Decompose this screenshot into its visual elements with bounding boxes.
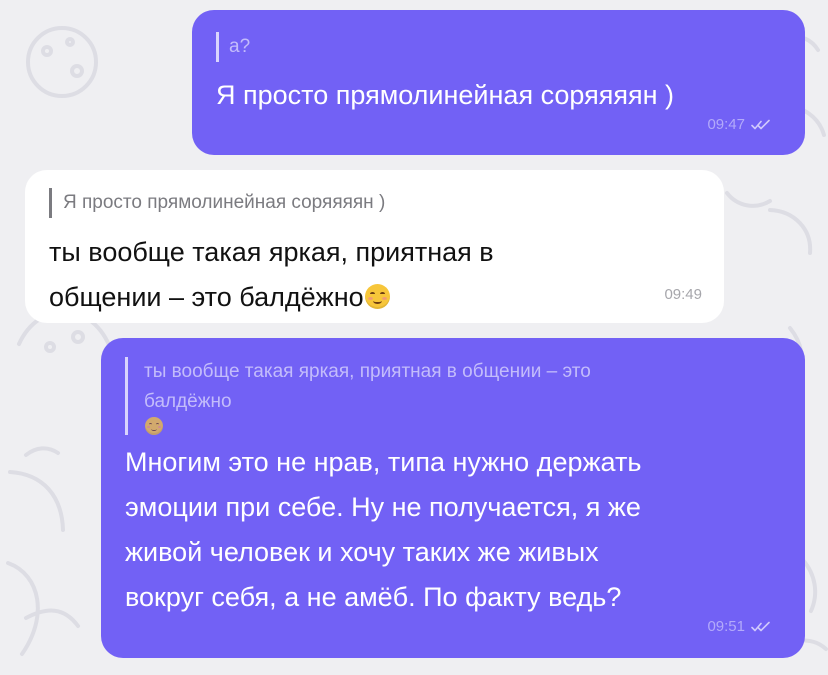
message-meta: 09:47: [707, 116, 771, 133]
reply-quote-line: Я просто прямолинейная соряяяян ): [63, 192, 386, 213]
reply-quote-line: балдёжно: [144, 391, 232, 412]
message-time: 09:47: [707, 116, 745, 133]
double-check-icon: [751, 119, 770, 129]
message-text: Многим это не нрав, типа нужно держать э…: [125, 440, 775, 620]
message-text-line: живой человек и хочу таких же живых: [125, 537, 599, 567]
message-time: 09:51: [707, 618, 745, 635]
incoming-message-bubble-1[interactable]: Я просто прямолинейная соряяяян ) ты воо…: [25, 170, 724, 323]
reply-quote-line: ты вообще такая яркая, приятная в общени…: [144, 361, 591, 382]
message-text: Я просто прямолинейная соряяяян ): [216, 75, 674, 115]
outgoing-message-bubble-1[interactable]: а? Я просто прямолинейная соряяяян ) 09:…: [192, 10, 805, 155]
message-text-line: эмоции при себе. Ну не получается, я же: [125, 492, 641, 522]
reply-quote[interactable]: а?: [216, 32, 250, 62]
message-text-line: Я просто прямолинейная соряяяян ): [216, 80, 674, 110]
double-check-icon: [751, 621, 770, 631]
message-time: 09:49: [664, 286, 702, 303]
message-text-line: ты вообще такая яркая, приятная в: [49, 237, 494, 267]
outgoing-message-bubble-2[interactable]: ты вообще такая яркая, приятная в общени…: [101, 338, 805, 658]
message-text-line: вокруг себя, а не амёб. По факту ведь?: [125, 582, 622, 612]
message-meta: 09:51: [707, 618, 771, 635]
reply-quote-line: а?: [229, 36, 251, 57]
reply-quote[interactable]: Я просто прямолинейная соряяяян ): [49, 188, 385, 218]
relieved-face-emoji-icon: [145, 417, 163, 435]
reply-quote[interactable]: ты вообще такая яркая, приятная в общени…: [125, 357, 591, 435]
reply-quote-last-line-container: балдёжно: [144, 387, 591, 435]
message-text: ты вообще такая яркая, приятная в общени…: [49, 230, 659, 320]
relieved-face-emoji-icon: [364, 284, 390, 309]
message-meta: 09:49: [664, 286, 702, 303]
message-text-line: Многим это не нрав, типа нужно держать: [125, 447, 642, 477]
message-text-last-line-container: общении – это балдёжно: [49, 275, 659, 320]
message-text-line: общении – это балдёжно: [49, 282, 364, 312]
